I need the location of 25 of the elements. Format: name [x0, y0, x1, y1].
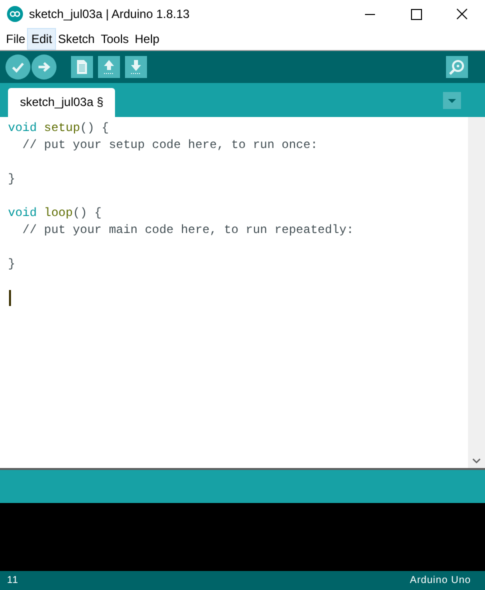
menu-item[interactable]: Tools [98, 29, 132, 49]
menu-item[interactable]: Help [132, 29, 162, 49]
window-title: sketch_jul03a | Arduino 1.8.13 [29, 7, 190, 21]
code-line: // put your main code here, to run repeatedly: [21, 223, 354, 237]
verify-button[interactable] [5, 54, 31, 80]
app-logo-icon [7, 6, 23, 22]
code-line: } [8, 172, 16, 186]
dropdown-button[interactable] [443, 92, 461, 108]
code-line: void setup() { [8, 121, 109, 135]
menu-item[interactable]: Edit [28, 29, 56, 49]
save-button[interactable] [125, 56, 147, 78]
menu-item[interactable]: Sketch [55, 29, 98, 49]
new-button[interactable] [71, 56, 93, 78]
tab[interactable]: sketch_jul03a § [8, 88, 116, 117]
menu-item[interactable]: File [3, 29, 28, 49]
text-cursor [9, 290, 11, 306]
serial-monitor-button[interactable] [446, 56, 468, 78]
scrollbar[interactable] [468, 117, 485, 468]
line-number: 11 [7, 575, 18, 586]
open-button[interactable] [98, 56, 120, 78]
code-line: void loop() { [8, 206, 102, 220]
upload-button[interactable] [31, 54, 57, 80]
code-line: } [8, 257, 16, 271]
code-line: // put your setup code here, to run once: [21, 138, 318, 152]
board-name: Arduino Uno [410, 575, 471, 586]
